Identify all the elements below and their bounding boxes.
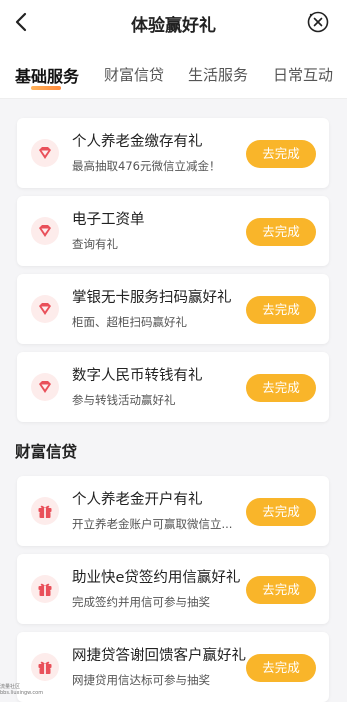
gift-icon [31, 497, 59, 525]
task-subtitle: 完成签约并用信可参与抽奖 [72, 595, 210, 609]
page-title: 体验赢好礼 [131, 16, 216, 36]
task-title: 助业快e贷签约用信赢好礼 [72, 570, 241, 586]
gift-icon [31, 653, 59, 681]
complete-button[interactable]: 去完成 [246, 296, 316, 324]
complete-button[interactable]: 去完成 [246, 140, 316, 168]
task-title: 个人养老金缴存有礼 [72, 134, 203, 150]
category-tabs: 基础服务 财富信贷 生活服务 日常互动 [0, 44, 347, 99]
tab-life-services[interactable]: 生活服务 [188, 64, 248, 85]
active-tab-indicator [31, 86, 61, 90]
tab-wealth-credit[interactable]: 财富信贷 [104, 64, 164, 85]
complete-button[interactable]: 去完成 [246, 654, 316, 682]
task-card: 个人养老金缴存有礼 最高抽取476元微信立减金！ 去完成 [17, 118, 329, 188]
task-title: 个人养老金开户有礼 [72, 492, 203, 508]
task-subtitle: 开立养老金账户可赢取微信立... [72, 517, 233, 531]
diamond-icon [31, 295, 59, 323]
complete-button[interactable]: 去完成 [246, 576, 316, 604]
watermark: 流量社区 bbs.liuxingw.com [0, 684, 43, 696]
complete-button[interactable]: 去完成 [246, 374, 316, 402]
task-subtitle: 柜面、超柜扫码赢好礼 [72, 315, 187, 329]
watermark-line: bbs.liuxingw.com [0, 690, 44, 696]
task-title: 掌银无卡服务扫码赢好礼 [72, 290, 232, 306]
task-subtitle: 参与转钱活动赢好礼 [72, 393, 176, 407]
task-card: 掌银无卡服务扫码赢好礼 柜面、超柜扫码赢好礼 去完成 [17, 274, 329, 344]
diamond-icon [31, 373, 59, 401]
complete-button[interactable]: 去完成 [246, 498, 316, 526]
task-card: 网捷贷答谢回馈客户赢好礼 网捷贷用信达标可参与抽奖 去完成 [17, 632, 329, 702]
task-title: 数字人民币转钱有礼 [72, 368, 203, 384]
task-title: 电子工资单 [72, 212, 145, 228]
gift-icon [31, 575, 59, 603]
task-card: 数字人民币转钱有礼 参与转钱活动赢好礼 去完成 [17, 352, 329, 422]
task-card: 助业快e贷签约用信赢好礼 完成签约并用信可参与抽奖 去完成 [17, 554, 329, 624]
task-subtitle: 查询有礼 [72, 237, 118, 251]
diamond-icon [31, 217, 59, 245]
top-bar: 体验赢好礼 [0, 0, 347, 44]
task-subtitle: 网捷贷用信达标可参与抽奖 [72, 673, 210, 687]
complete-button[interactable]: 去完成 [246, 218, 316, 246]
diamond-icon [31, 139, 59, 167]
tab-daily-interaction[interactable]: 日常互动 [273, 64, 333, 85]
tab-basic-services[interactable]: 基础服务 [15, 63, 79, 87]
task-subtitle: 最高抽取476元微信立减金！ [72, 159, 221, 173]
task-card: 个人养老金开户有礼 开立养老金账户可赢取微信立... 去完成 [17, 476, 329, 546]
task-title: 网捷贷答谢回馈客户赢好礼 [72, 648, 246, 664]
task-card: 电子工资单 查询有礼 去完成 [17, 196, 329, 266]
section-title-wealth: 财富信贷 [15, 443, 78, 461]
close-circle-icon[interactable] [307, 11, 329, 33]
